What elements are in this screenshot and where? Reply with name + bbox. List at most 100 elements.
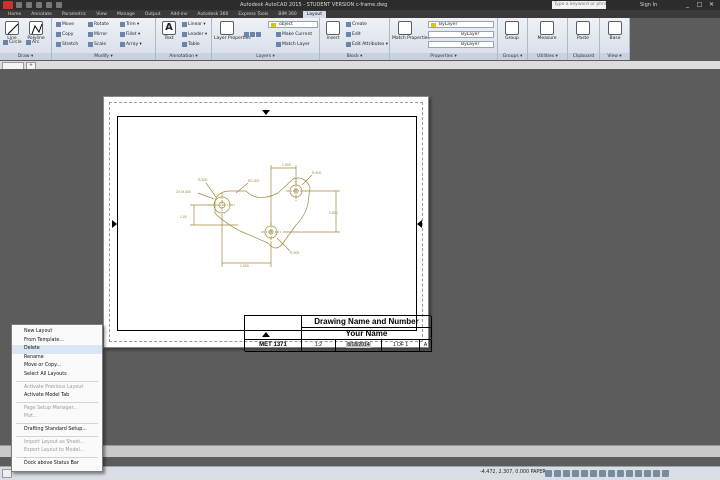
table-button[interactable]: Table [182, 42, 200, 47]
open-icon[interactable] [26, 2, 32, 8]
copy-button[interactable]: Copy [56, 32, 73, 37]
tab-home[interactable]: Home [4, 11, 25, 18]
document-tab[interactable] [2, 62, 24, 69]
tab-express-tools[interactable]: Express Tools [234, 11, 272, 18]
match-properties-button[interactable]: Match Properties [392, 21, 430, 41]
menu-item-from-template[interactable]: From Template... [12, 337, 102, 346]
tab-manage[interactable]: Manage [113, 11, 139, 18]
layer-isolate-icon[interactable] [250, 32, 255, 37]
scale-button[interactable]: Scale [88, 42, 106, 47]
groups-panel-label[interactable]: Groups ▾ [498, 53, 527, 60]
redo-icon[interactable] [56, 2, 62, 8]
hardware-acceleration-icon[interactable] [644, 470, 651, 477]
circle-button[interactable]: Circle [3, 40, 22, 45]
tab-layout[interactable]: Layout [302, 10, 327, 18]
minimize-icon[interactable]: _ [683, 1, 692, 8]
lineweight-dropdown[interactable]: ByLayer [428, 41, 494, 48]
insert-button[interactable]: Insert [322, 21, 344, 41]
part-drawing[interactable]: 1.500 2.000 1.500 1.00 R.500 R2.000 R.50… [118, 117, 418, 332]
layers-panel-label[interactable]: Layers ▾ [212, 53, 319, 60]
scale-field: 1:2 [302, 340, 336, 352]
match-layer-button[interactable]: Match Layer [276, 42, 310, 47]
mirror-button[interactable]: Mirror [88, 32, 107, 37]
measure-button[interactable]: Measure [536, 21, 558, 41]
snap-icon[interactable] [554, 470, 561, 477]
annotation-panel-label[interactable]: Annotation ▾ [156, 53, 211, 60]
trim-button[interactable]: Trim ▾ [120, 22, 139, 27]
title-block[interactable]: Drawing Name and Number Your Name MET 13… [244, 315, 432, 352]
isolate-objects-icon[interactable] [635, 470, 642, 477]
menu-item-select-all-layouts[interactable]: Select All Layouts [12, 371, 102, 380]
command-line[interactable] [0, 445, 720, 457]
arc-button[interactable]: Arc [26, 40, 39, 45]
tab-view[interactable]: View [92, 11, 111, 18]
coordinate-readout[interactable]: -4.472, 2.307, 0.000 PAPER [480, 470, 546, 475]
edit-block-button[interactable]: Edit [346, 32, 361, 37]
clean-screen-icon[interactable] [653, 470, 660, 477]
paper-model-toggle[interactable]: PAPER [531, 470, 546, 475]
leader-button[interactable]: Leader ▾ [182, 32, 207, 37]
sign-in-button[interactable]: Sign In [640, 2, 657, 8]
linetype-dropdown[interactable]: ByLayer [428, 31, 494, 38]
tab-autodesk-360[interactable]: Autodesk 360 [193, 11, 232, 18]
tab-parametric[interactable]: Parametric [58, 11, 90, 18]
rotate-button[interactable]: Rotate [88, 22, 109, 27]
line-button[interactable]: Line [1, 21, 23, 41]
array-button[interactable]: Array ▾ [120, 42, 142, 47]
polar-icon[interactable] [572, 470, 579, 477]
edit-attributes-button[interactable]: Edit Attributes ▾ [346, 42, 388, 47]
menu-item-delete[interactable]: Delete [12, 345, 102, 354]
tab-add-ins[interactable]: Add-ins [166, 11, 191, 18]
new-icon[interactable] [16, 2, 22, 8]
stretch-button[interactable]: Stretch [56, 42, 78, 47]
annotation-monitor-icon[interactable] [626, 470, 633, 477]
utilities-panel-label[interactable]: Utilities ▾ [528, 53, 567, 60]
polyline-button[interactable]: Polyline [25, 21, 47, 41]
layer-dropdown[interactable]: object [268, 21, 318, 28]
undo-icon[interactable] [46, 2, 52, 8]
menu-item-dock-above-status-bar[interactable]: Dock above Status Bar [12, 460, 102, 469]
customization-menu-icon[interactable] [662, 470, 669, 477]
layer-freeze-icon[interactable] [256, 32, 261, 37]
osnap-icon[interactable] [581, 470, 588, 477]
workspace-gear-icon[interactable] [617, 470, 624, 477]
menu-item-new-layout[interactable]: New Layout [12, 328, 102, 337]
linear-dimension-button[interactable]: Linear ▾ [182, 22, 206, 27]
menu-item-activate-model-tab[interactable]: Activate Model Tab [12, 392, 102, 401]
create-block-button[interactable]: Create [346, 22, 367, 27]
maximize-icon[interactable]: □ [695, 1, 704, 8]
tab-output[interactable]: Output [141, 11, 165, 18]
grid-icon[interactable] [545, 470, 552, 477]
properties-panel-label[interactable]: Properties ▾ [390, 53, 497, 60]
close-icon[interactable]: ✕ [707, 1, 716, 8]
menu-item-rename[interactable]: Rename [12, 354, 102, 363]
view-panel-label[interactable]: View ▾ [600, 53, 629, 60]
menu-item-drafting-standard-setup[interactable]: Drafting Standard Setup... [12, 426, 102, 435]
layout-paper[interactable]: 1.500 2.000 1.500 1.00 R.500 R2.000 R.50… [103, 96, 432, 352]
group-button[interactable]: Group [501, 21, 523, 41]
layer-off-icon[interactable] [244, 32, 249, 37]
text-button[interactable]: A Text [158, 21, 180, 41]
modify-panel-label[interactable]: Modify ▾ [52, 53, 155, 60]
lineweight-icon[interactable] [599, 470, 606, 477]
fillet-button[interactable]: Fillet ▾ [120, 32, 140, 37]
base-view-button[interactable]: Base [604, 21, 626, 41]
paste-button[interactable]: Paste [572, 21, 594, 41]
search-input[interactable]: Type a keyword or phrase [552, 1, 606, 9]
draw-panel-label[interactable]: Draw ▾ [0, 53, 51, 60]
autocad-app-icon[interactable] [3, 1, 13, 9]
move-button[interactable]: Move [56, 22, 74, 27]
tab-bim-360[interactable]: BIM 360 [274, 11, 300, 18]
save-icon[interactable] [36, 2, 42, 8]
new-document-tab[interactable]: + [26, 62, 36, 69]
menu-item-move-or-copy[interactable]: Move or Copy... [12, 362, 102, 371]
ortho-icon[interactable] [563, 470, 570, 477]
menu-item-export-layout-to-model: Export Layout to Model... [24, 448, 85, 454]
layer-properties-button[interactable]: Layer Properties [214, 21, 251, 41]
tab-annotate[interactable]: Annotate [27, 11, 56, 18]
otrack-icon[interactable] [590, 470, 597, 477]
make-current-button[interactable]: Make Current [276, 32, 312, 37]
annotation-scale-icon[interactable] [608, 470, 615, 477]
block-panel-label[interactable]: Block ▾ [320, 53, 389, 60]
color-dropdown[interactable]: ByLayer [428, 21, 494, 28]
